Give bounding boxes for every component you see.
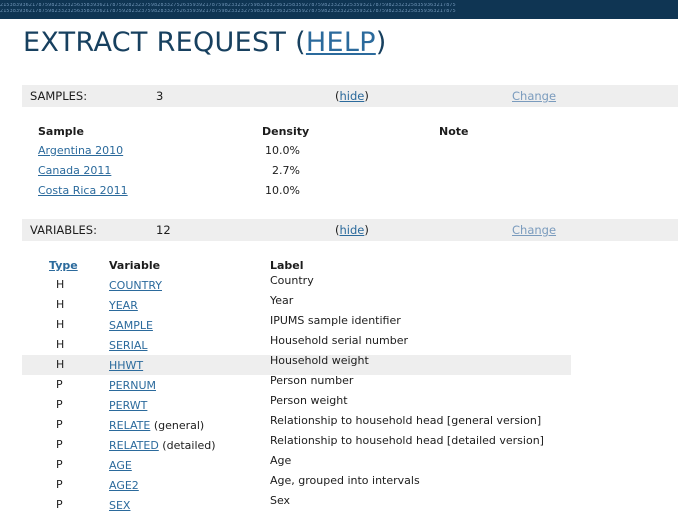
variable-name-link[interactable]: SEX [109,499,130,512]
variable-type: P [56,438,63,451]
variable-suffix: (detailed) [158,439,216,452]
variable-name-link[interactable]: RELATED [109,439,159,452]
samples-label: SAMPLES: [30,89,88,103]
sample-density: 10.0% [265,144,300,157]
variable-type: P [56,378,63,391]
variable-row: P SEX Sex [22,494,571,515]
variable-row: H COUNTRY Country [22,274,571,295]
variable-label: Sex [270,494,291,507]
variable-name-link[interactable]: SAMPLE [109,319,153,332]
page-title-text: EXTRACT REQUEST ( [23,27,306,58]
samples-hide-link[interactable]: hide [340,89,365,103]
variable-type: P [56,418,63,431]
header-band: 2153839362178759823323256358393621787592… [0,0,678,19]
variable-type: H [56,318,65,331]
variable-type: P [56,498,63,511]
variable-type: H [56,298,65,311]
variable-name-link[interactable]: PERNUM [109,379,156,392]
sample-name-link[interactable]: Argentina 2010 [38,144,123,157]
col-sample: Sample [38,125,84,138]
variable-label: Person number [270,374,354,387]
samples-hide-wrap: (hide) [335,89,369,103]
variable-type: H [56,358,65,371]
header-band-digits: 2153839362178759823323256358393621787592… [0,3,456,8]
variable-suffix: (general) [150,419,205,432]
variable-name-link[interactable]: AGE [109,459,132,472]
sample-density: 2.7% [272,164,300,177]
help-link[interactable]: HELP [306,27,376,58]
col-type-sort-link[interactable]: Type [49,259,78,272]
col-note: Note [439,125,469,138]
variable-label: Age, grouped into intervals [270,474,420,487]
sample-name-link[interactable]: Canada 2011 [38,164,111,177]
col-label: Label [270,259,304,272]
sample-row: Costa Rica 2011 10.0% [0,184,678,204]
samples-count: 3 [156,89,164,103]
variables-hide-wrap: (hide) [335,223,369,237]
samples-change-link[interactable]: Change [512,89,556,103]
variable-type: P [56,398,63,411]
variable-name-link[interactable]: HHWT [109,359,143,372]
variable-label: Household weight [270,354,369,367]
variable-name-link[interactable]: SERIAL [109,339,147,352]
variable-row: P AGE2 Age, grouped into intervals [22,474,571,495]
page-title-close: ) [375,27,387,58]
variable-row: P PERWT Person weight [22,394,571,415]
col-variable: Variable [109,259,161,272]
variable-label: Relationship to household head [detailed… [270,434,544,447]
variable-name-link[interactable]: YEAR [109,299,138,312]
variable-row: H YEAR Year [22,294,571,315]
variable-name-link[interactable]: RELATE [109,419,150,432]
variable-name-link[interactable]: PERWT [109,399,147,412]
variable-label: Age [270,454,292,467]
variable-row: H SERIAL Household serial number [22,334,571,355]
variables-section-bar: VARIABLES: 12 (hide) Change [22,219,678,241]
variable-label: Relationship to household head [general … [270,414,542,427]
variable-row-highlighted: H HHWT Household weight [22,354,571,375]
variables-change-link[interactable]: Change [512,223,556,237]
paren-close: ) [364,89,369,103]
sample-row: Canada 2011 2.7% [0,164,678,184]
variable-row: P PERNUM Person number [22,374,571,395]
variable-type: H [56,338,65,351]
variable-label: Household serial number [270,334,409,347]
header-band-digits: 2153839362178759823323256358393621787592… [0,9,456,14]
variable-row: P AGE Age [22,454,571,475]
sample-row: Argentina 2010 10.0% [0,144,678,164]
variable-name-link[interactable]: COUNTRY [109,279,162,292]
variable-row: P RELATED (detailed) Relationship to hou… [22,434,571,455]
paren-close: ) [364,223,369,237]
variable-label: Year [270,294,294,307]
sample-name-link[interactable]: Costa Rica 2011 [38,184,128,197]
variable-label: Country [270,274,314,287]
variable-row: H SAMPLE IPUMS sample identifier [22,314,571,335]
col-density: Density [262,125,310,138]
variables-count: 12 [156,223,171,237]
page-title: EXTRACT REQUEST (HELP) [23,27,387,58]
variable-type: P [56,458,63,471]
variable-row: P RELATE (general) Relationship to house… [22,414,571,435]
variable-type: P [56,478,63,491]
variables-hide-link[interactable]: hide [340,223,365,237]
sample-density: 10.0% [265,184,300,197]
samples-section-bar: SAMPLES: 3 (hide) Change [22,85,678,107]
variable-type: H [56,278,65,291]
variable-label: IPUMS sample identifier [270,314,401,327]
variables-label: VARIABLES: [30,223,97,237]
variable-label: Person weight [270,394,348,407]
variable-name-link[interactable]: AGE2 [109,479,139,492]
